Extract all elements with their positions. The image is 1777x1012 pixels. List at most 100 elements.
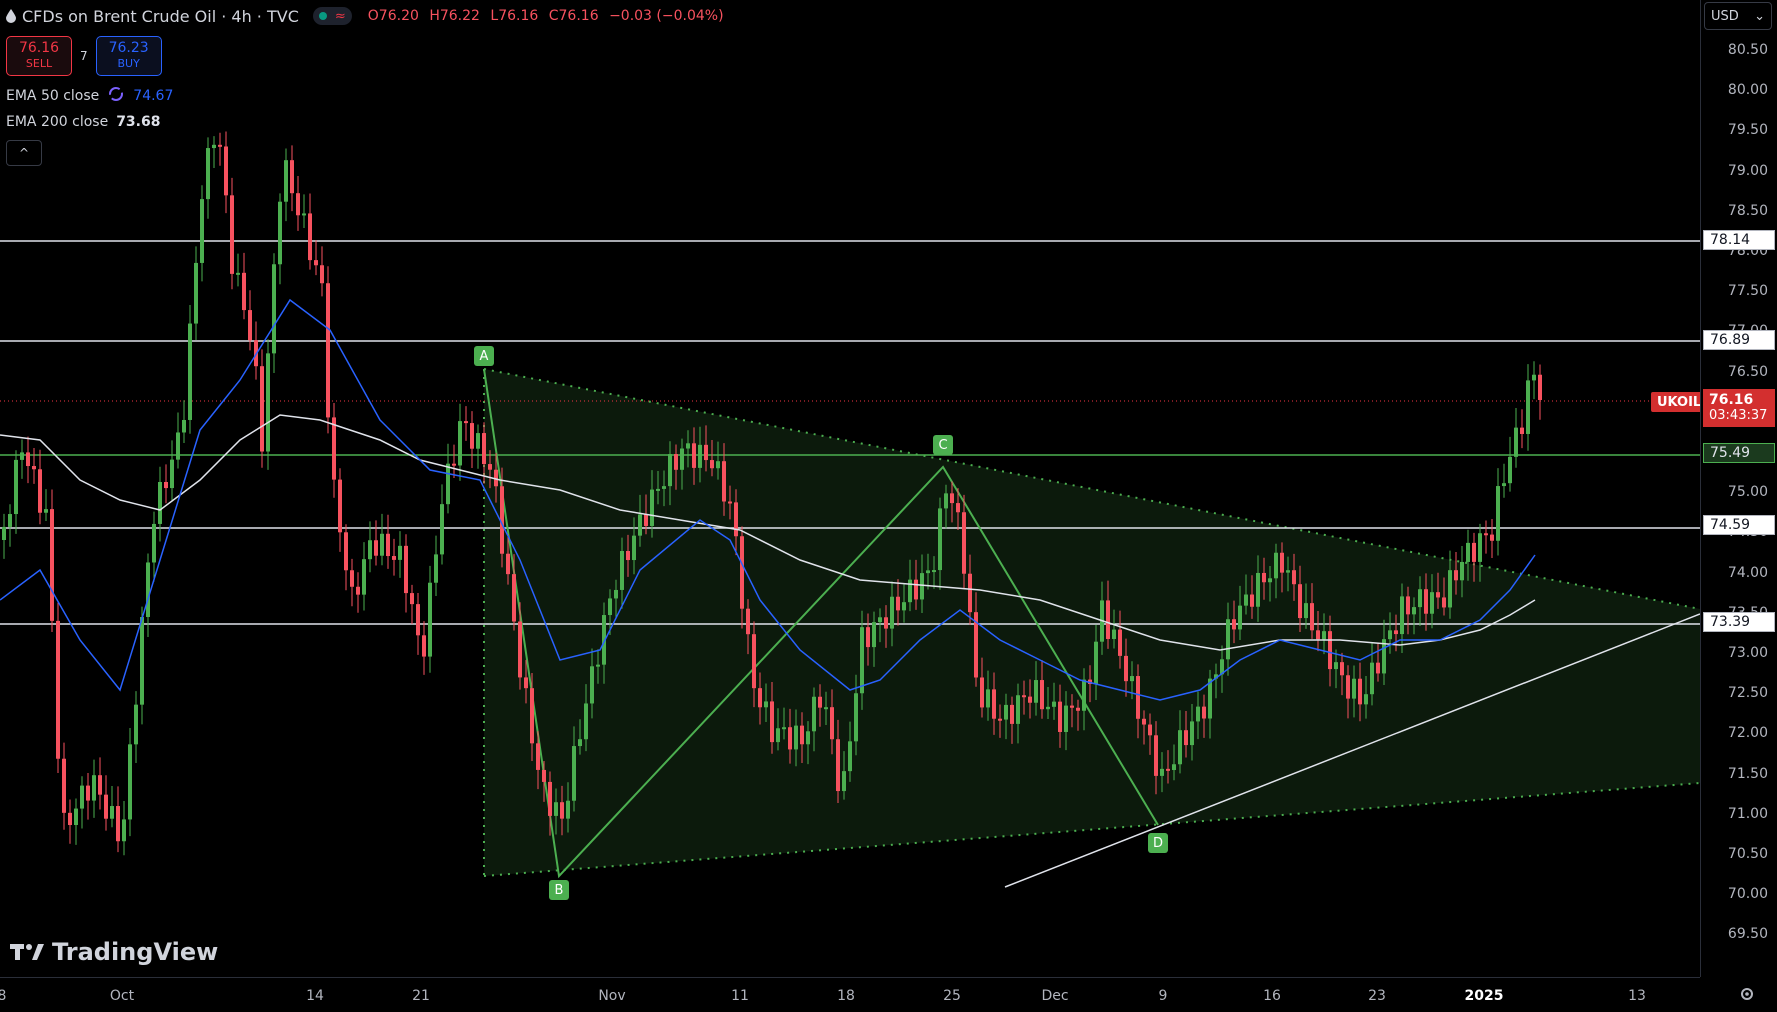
candle-body bbox=[1448, 570, 1452, 608]
candle-body bbox=[1538, 374, 1542, 400]
candle-body bbox=[188, 323, 192, 420]
candle-body bbox=[800, 725, 804, 745]
candle-body bbox=[182, 419, 186, 433]
price-tick-label: 74.00 bbox=[1727, 564, 1768, 581]
brand-name: TradingView bbox=[52, 938, 219, 966]
gear-icon[interactable] bbox=[1738, 985, 1756, 1003]
candle-body bbox=[860, 627, 864, 694]
candle-body bbox=[938, 508, 942, 571]
current-price-value: 76.16 bbox=[1709, 391, 1754, 408]
candle-body bbox=[884, 617, 888, 629]
candle-body bbox=[134, 704, 138, 745]
candle-body bbox=[1418, 589, 1422, 608]
time-tick-label: 13 bbox=[1628, 988, 1646, 1004]
candle-body bbox=[524, 677, 528, 689]
chart-area[interactable]: A B C D CFDs on Brent Crude Oil · 4h · T… bbox=[0, 0, 1708, 977]
candle-body bbox=[1370, 662, 1374, 695]
sell-button[interactable]: 76.16 SELL bbox=[6, 36, 72, 76]
candle-body bbox=[650, 489, 654, 526]
candle-body bbox=[434, 554, 438, 583]
status-pills[interactable]: ≈ bbox=[312, 7, 352, 25]
candle-body bbox=[1166, 768, 1170, 771]
buy-price: 76.23 bbox=[108, 40, 149, 56]
candle-body bbox=[338, 479, 342, 533]
candle-body bbox=[1310, 603, 1314, 631]
candle-body bbox=[1334, 662, 1338, 670]
candle-body bbox=[302, 213, 306, 216]
ema50-label: EMA 50 close bbox=[6, 88, 100, 104]
symbol-title[interactable]: CFDs on Brent Crude Oil · 4h · TVC bbox=[22, 7, 299, 26]
collapse-legend-button[interactable]: ^ bbox=[6, 140, 42, 166]
candle-body bbox=[1250, 594, 1254, 607]
candle-body bbox=[1388, 630, 1392, 640]
candle-body bbox=[392, 556, 396, 560]
candle-body bbox=[1454, 570, 1458, 581]
candle-body bbox=[326, 283, 330, 418]
candle-body bbox=[1514, 427, 1518, 457]
candle-body bbox=[638, 514, 642, 536]
price-axis[interactable]: 80.5080.0079.5079.0078.5078.0077.5077.00… bbox=[1700, 0, 1777, 977]
time-tick-label: 18 bbox=[837, 988, 855, 1004]
candle-body bbox=[1196, 706, 1200, 722]
candle-body bbox=[776, 728, 780, 743]
candle-body bbox=[140, 617, 144, 705]
time-tick-label: Oct bbox=[109, 988, 135, 1004]
buy-button[interactable]: 76.23 BUY bbox=[95, 36, 162, 76]
time-tick-label: Nov bbox=[598, 988, 626, 1004]
candle-body bbox=[1436, 592, 1440, 598]
candle-body bbox=[1478, 533, 1482, 562]
candle-body bbox=[1304, 603, 1308, 619]
candle-body bbox=[992, 689, 996, 719]
wave-label-c: C bbox=[933, 435, 953, 455]
candle-body bbox=[704, 444, 708, 461]
candle-body bbox=[872, 622, 876, 648]
candle-body bbox=[1400, 596, 1404, 635]
candle-body bbox=[248, 310, 252, 341]
time-tick-label: 16 bbox=[1263, 988, 1281, 1004]
ohlc-values: O76.20 H76.22 L76.16 C76.16 −0.03 (−0.04… bbox=[368, 8, 730, 24]
candle-body bbox=[584, 703, 588, 740]
candle-body bbox=[1508, 456, 1512, 484]
candle-body bbox=[560, 802, 564, 819]
candle-body bbox=[1376, 662, 1380, 674]
candle-body bbox=[356, 586, 360, 595]
candle-body bbox=[986, 689, 990, 708]
ema200-label: EMA 200 close bbox=[6, 114, 109, 130]
candle-body bbox=[1328, 631, 1332, 670]
candle-body bbox=[1484, 533, 1488, 536]
candle-body bbox=[1190, 721, 1194, 746]
level-price-tag: 73.39 bbox=[1703, 611, 1775, 632]
candle-body bbox=[662, 486, 666, 489]
candle-body bbox=[344, 532, 348, 571]
price-tick-label: 70.50 bbox=[1727, 846, 1768, 862]
market-open-icon bbox=[318, 12, 327, 20]
candle-body bbox=[1268, 578, 1272, 583]
price-tick-label: 76.50 bbox=[1727, 363, 1768, 380]
currency-selector[interactable]: USD ⌄ bbox=[1704, 2, 1772, 30]
candle-body bbox=[146, 562, 150, 618]
candle-body bbox=[962, 512, 966, 574]
time-axis[interactable]: 8 Oct 14 21 Nov 11 18 25 Dec 9 16 23 2025 13 bbox=[0, 977, 1700, 1012]
candle-body bbox=[308, 213, 312, 261]
current-price-tag: 76.16 03:43:37 bbox=[1703, 388, 1775, 427]
candle-body bbox=[902, 602, 906, 611]
candle-body bbox=[8, 514, 12, 527]
level-price-tag: 76.89 bbox=[1703, 330, 1775, 351]
ema200-legend[interactable]: EMA 200 close 73.68 bbox=[6, 112, 730, 132]
candle-body bbox=[38, 469, 42, 513]
time-tick-label: 14 bbox=[306, 988, 324, 1004]
price-tick-label: 79.00 bbox=[1727, 162, 1768, 179]
buy-label: BUY bbox=[117, 57, 140, 70]
chevron-up-icon: ^ bbox=[18, 146, 30, 160]
candle-body bbox=[296, 193, 300, 216]
candle-body bbox=[1202, 706, 1206, 719]
candle-body bbox=[128, 744, 132, 820]
candle-body bbox=[1172, 764, 1176, 771]
candle-body bbox=[848, 741, 852, 772]
candle-body bbox=[542, 769, 546, 782]
candle-body bbox=[536, 743, 540, 770]
candle-body bbox=[1010, 704, 1014, 724]
ema50-legend[interactable]: EMA 50 close 74.67 bbox=[6, 86, 730, 106]
price-tick-label: 80.00 bbox=[1727, 82, 1768, 99]
candle-body bbox=[1340, 662, 1344, 676]
